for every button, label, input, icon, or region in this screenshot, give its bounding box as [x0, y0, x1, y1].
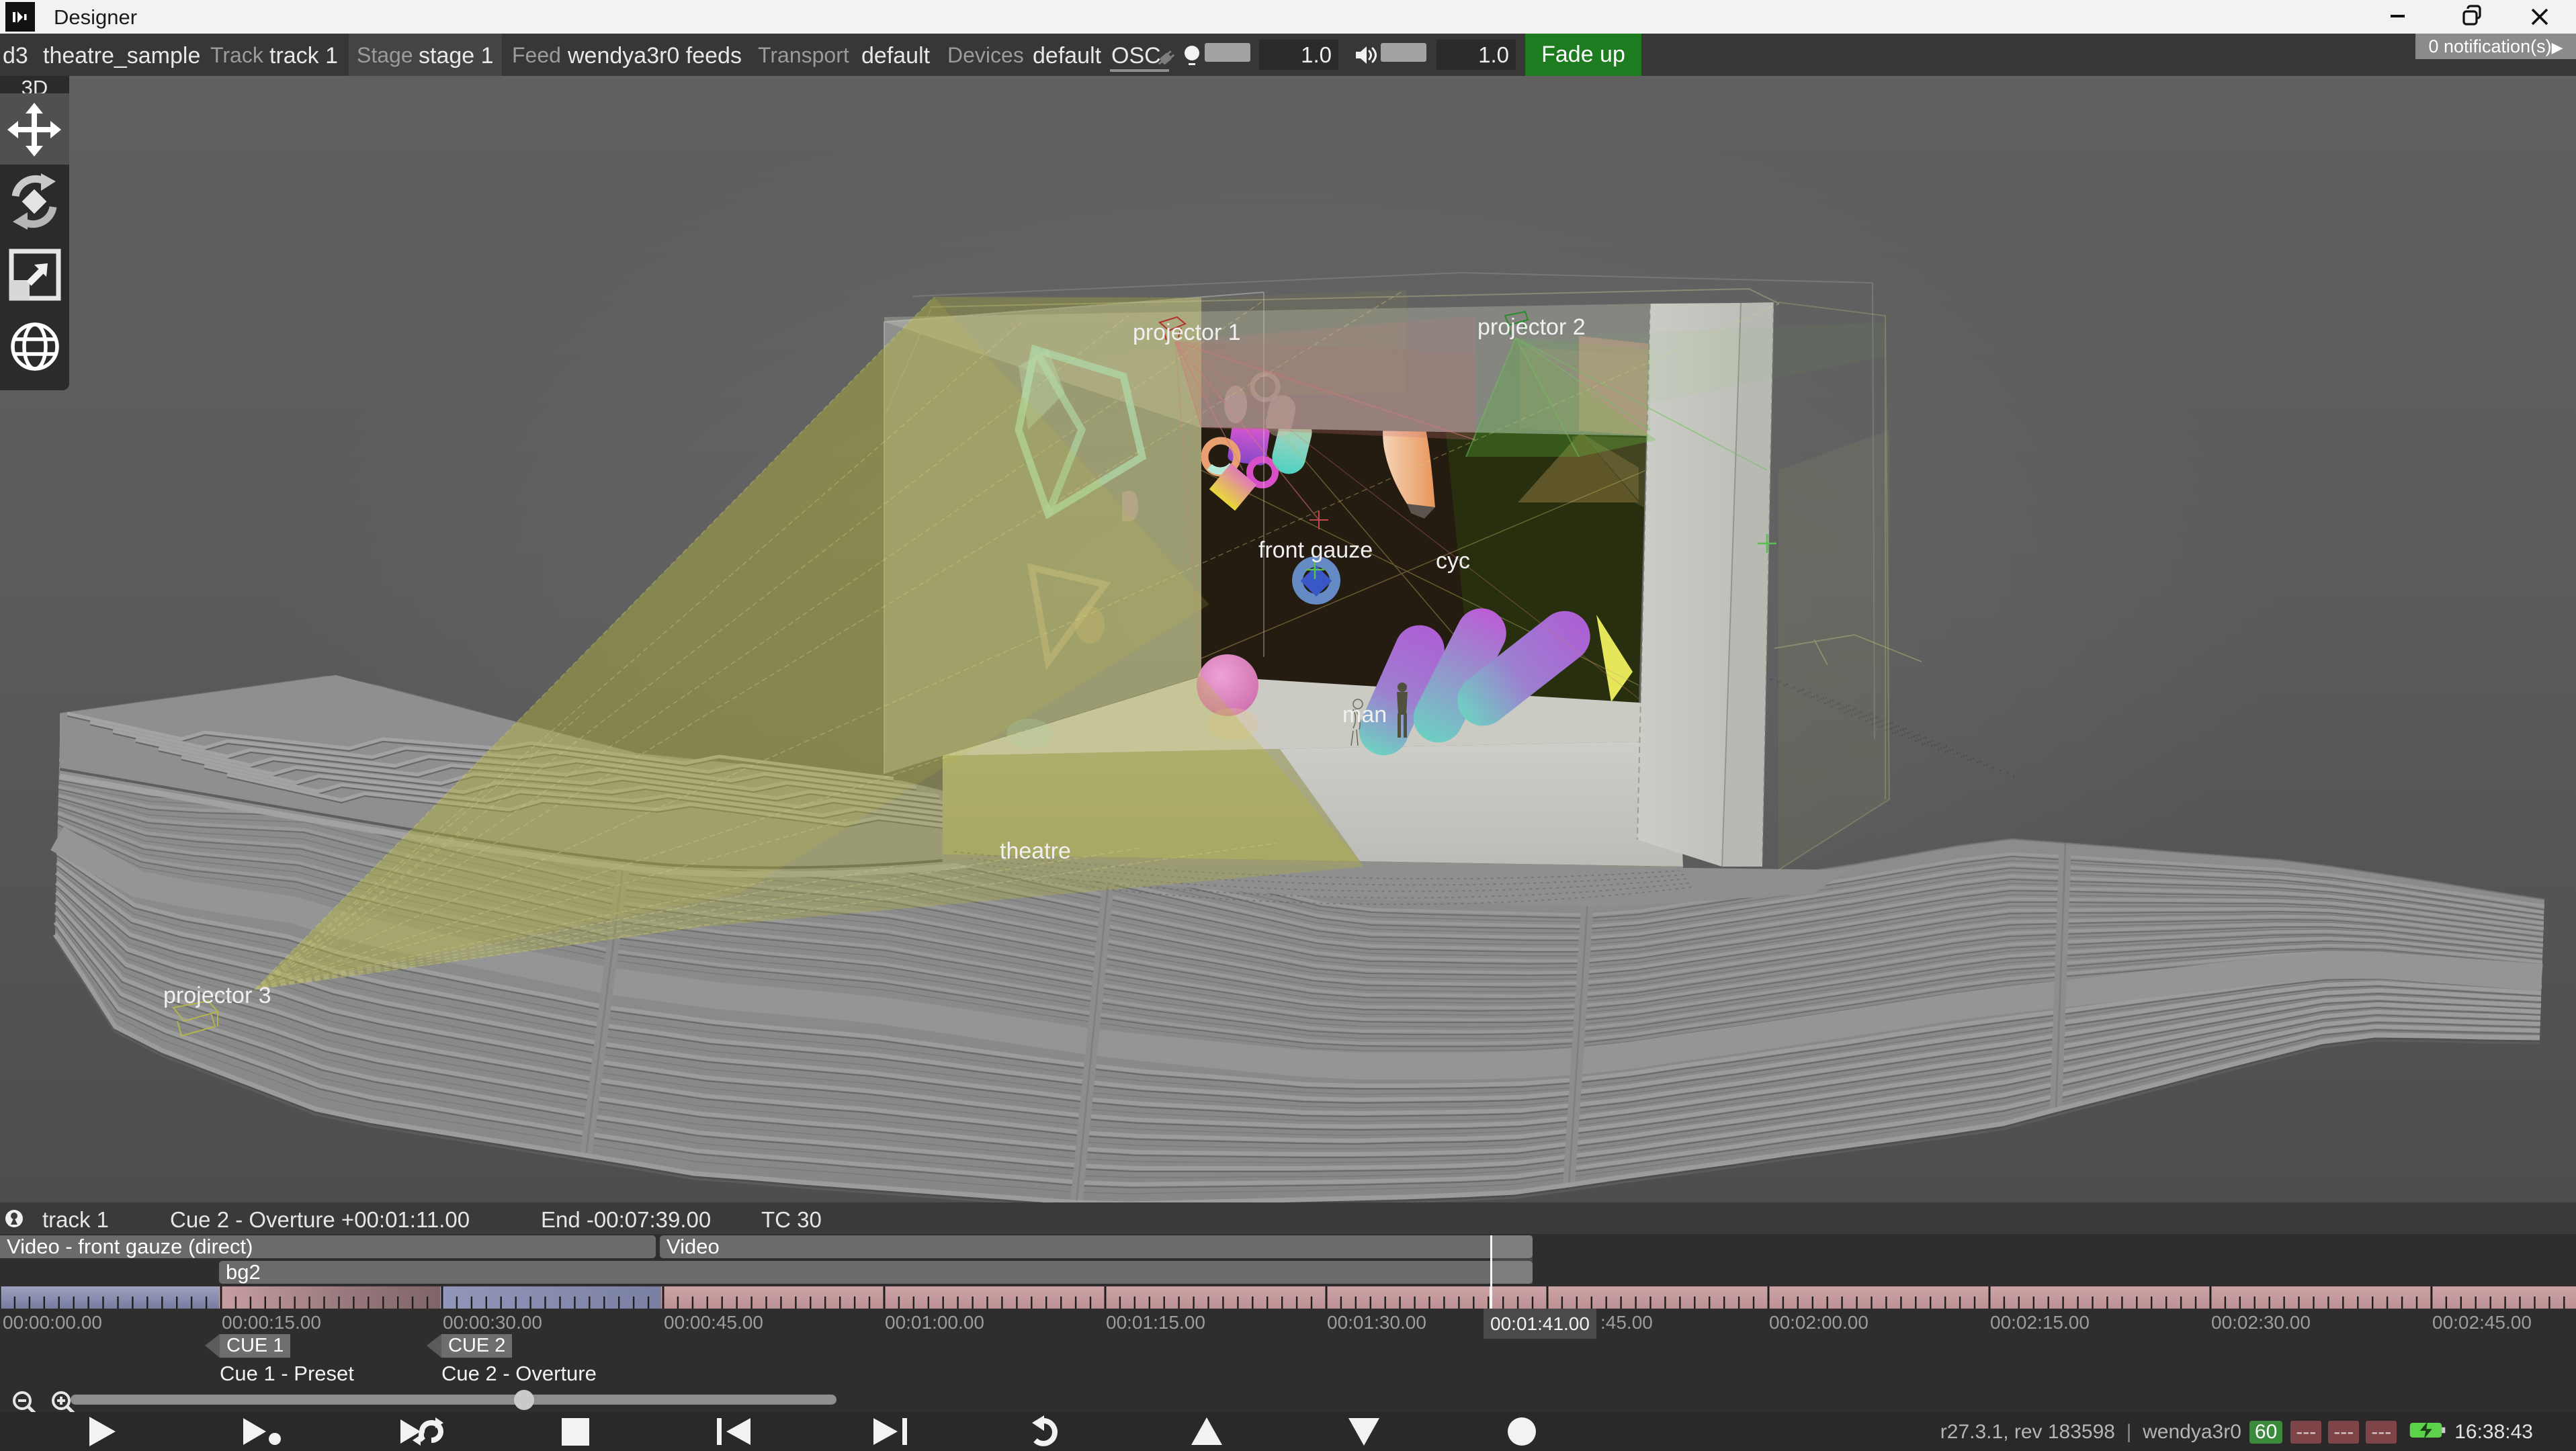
svg-text:theatre: theatre	[1000, 838, 1071, 864]
svg-text:front gauze: front gauze	[1258, 537, 1373, 563]
svg-text:man: man	[1342, 702, 1387, 728]
svg-text:projector 1: projector 1	[1133, 320, 1241, 345]
svg-text:projector 3: projector 3	[163, 983, 271, 1008]
svg-text:cyc: cyc	[1436, 548, 1470, 574]
svg-text:projector 2: projector 2	[1477, 314, 1586, 340]
